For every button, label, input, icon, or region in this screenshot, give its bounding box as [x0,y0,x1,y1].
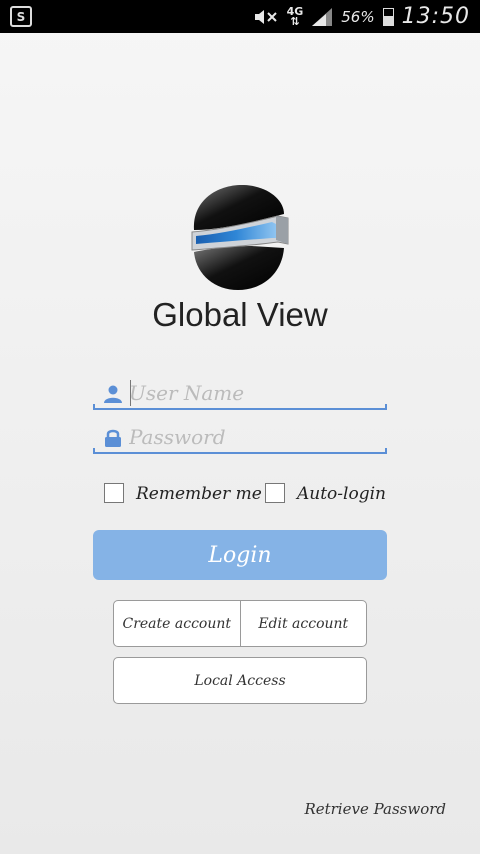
status-indicators: 4G ⇅ 56% 13:50 [253,0,470,33]
auto-login-label[interactable]: Auto-login [297,483,386,505]
create-account-label: Create account [122,615,231,632]
battery-level-fill [383,15,393,25]
battery-icon [382,7,394,26]
globe-logo-icon [191,184,289,290]
network-type-indicator: 4G ⇅ [287,6,304,28]
auto-login-checkbox[interactable] [265,483,285,503]
user-icon [104,385,122,403]
remember-me-checkbox[interactable] [104,483,124,503]
login-button-label: Login [208,542,272,568]
edit-account-button[interactable]: Edit account [239,601,367,646]
brand-name: Global View [152,296,328,333]
edit-account-label: Edit account [258,615,349,632]
mute-icon [254,9,277,24]
retrieve-password-link[interactable]: Retrieve Password [304,800,446,818]
password-underline [93,448,387,454]
login-options: Remember me Auto-login [0,483,480,509]
app-icon-letter: S [16,9,26,24]
account-button-group: Create account Edit account [113,600,367,647]
status-bar: S 4G ⇅ 56% 13:50 [0,0,480,33]
clock: 13:50 [401,4,470,29]
battery-percent: 56% [341,7,375,26]
app-notification-icon: S [10,6,32,27]
create-account-button[interactable]: Create account [114,601,240,646]
signal-strength-icon [312,7,333,26]
password-field[interactable] [93,422,387,454]
data-arrows-icon: ⇅ [290,14,300,28]
lock-icon [105,429,121,447]
local-access-button[interactable]: Local Access [113,657,367,704]
username-underline [93,404,387,410]
remember-me-label[interactable]: Remember me [136,483,262,505]
login-button[interactable]: Login [93,530,387,580]
local-access-label: Local Access [194,672,286,689]
username-field[interactable] [93,378,387,410]
